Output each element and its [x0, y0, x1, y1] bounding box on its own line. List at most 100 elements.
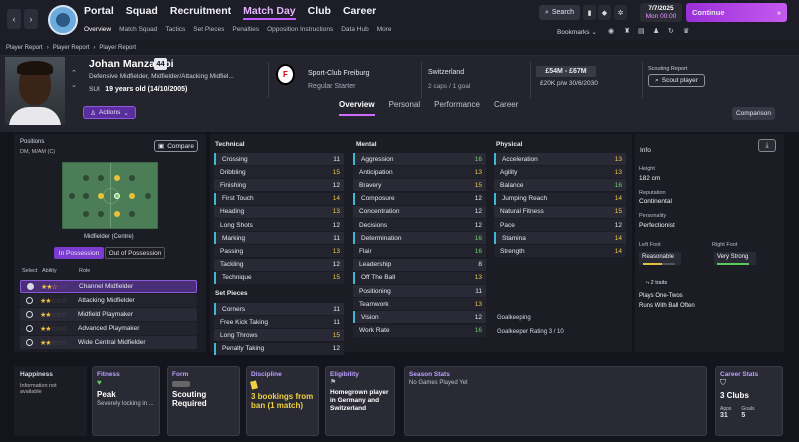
menu-career[interactable]: Career — [343, 5, 376, 20]
attribute-row[interactable]: Long Shots 12 — [214, 219, 344, 231]
club-badge-icon[interactable]: F — [276, 64, 295, 85]
refresh-icon[interactable]: ↻ — [668, 27, 674, 35]
sub-match-squad[interactable]: Match Squad — [119, 26, 157, 33]
radio[interactable] — [26, 311, 33, 318]
crumb-1[interactable]: Player Report — [6, 45, 43, 51]
people-icon[interactable]: ♟ — [653, 27, 659, 35]
attribute-row[interactable]: Jumping Reach 14 — [494, 192, 626, 205]
trophy-icon[interactable]: ♛ — [683, 27, 689, 35]
role-row[interactable]: ★★☆☆☆ Attacking Midfielder — [20, 294, 197, 307]
sub-overview[interactable]: Overview — [84, 26, 111, 33]
eligibility-card[interactable]: Eligibility ⚑ Homegrown player in Germany … — [325, 366, 395, 436]
continue-button[interactable]: Continue» — [686, 3, 787, 22]
tab-personal[interactable]: Personal — [389, 100, 421, 116]
search-button[interactable]: ⌕ Search — [539, 5, 580, 20]
attribute-row[interactable]: Work Rate 16 — [353, 324, 486, 337]
download-icon[interactable]: ⤓ — [758, 139, 776, 152]
comparison-button[interactable]: Comparison — [732, 107, 775, 120]
attribute-row[interactable]: First Touch 14 — [214, 192, 344, 205]
bookmarks-dropdown[interactable]: Bookmarks ⌄ — [557, 28, 597, 36]
attribute-row[interactable]: Bravery 15 — [353, 179, 486, 192]
tab-overview[interactable]: Overview — [339, 100, 375, 116]
tab-career[interactable]: Career — [494, 100, 518, 116]
scout-player-button[interactable]: ⌕ Scout player — [648, 74, 705, 87]
sub-penalties[interactable]: Penalties — [232, 26, 259, 33]
attribute-row[interactable]: Teamwork 13 — [353, 298, 486, 311]
attribute-row[interactable]: Acceleration 13 — [494, 153, 626, 165]
menu-squad[interactable]: Squad — [126, 5, 158, 20]
attribute-row[interactable]: Dribbling 15 — [214, 166, 344, 179]
positions-title: Positions — [20, 139, 45, 145]
menu-club[interactable]: Club — [308, 5, 331, 20]
attribute-row[interactable]: Free Kick Taking 11 — [214, 316, 344, 329]
game-date[interactable]: 7/7/2025 Mon 00:00 — [640, 3, 682, 22]
shield-icon[interactable]: ◆ — [598, 5, 611, 20]
attribute-row[interactable]: Corners 11 — [214, 303, 344, 315]
role-row[interactable]: ★★☆☆☆ Channel Midfielder — [20, 280, 197, 293]
attribute-row[interactable]: Long Throws 15 — [214, 329, 344, 342]
menu-match-day[interactable]: Match Day — [243, 5, 296, 20]
out-of-possession-toggle[interactable]: Out of Possession — [105, 247, 165, 259]
actions-button[interactable]: ♙ Actions ⌄ — [83, 106, 136, 119]
menu-portal[interactable]: Portal — [84, 5, 114, 20]
role-row[interactable]: ★★☆☆☆ Wide Central Midfielder — [20, 336, 197, 349]
discipline-card[interactable]: Discipline 3 bookings from ban (1 match) — [246, 366, 319, 436]
attribute-row[interactable]: Tackling 12 — [214, 258, 344, 271]
sub-tactics[interactable]: Tactics — [165, 26, 185, 33]
crumb-2[interactable]: Player Report — [53, 45, 90, 51]
fitness-card[interactable]: Fitness ♥ Peak Severely locking in ... — [92, 366, 160, 436]
radio[interactable] — [26, 297, 33, 304]
sub-more[interactable]: More — [377, 26, 392, 33]
attribute-row[interactable]: Composure 12 — [353, 192, 486, 205]
radio[interactable] — [26, 325, 33, 332]
attribute-row[interactable]: Leadership 8 — [353, 258, 486, 271]
career-stats-card[interactable]: Career Stats ⛉ 3 Clubs Apps 31 Goals 5 — [715, 366, 783, 436]
radio[interactable] — [26, 339, 33, 346]
attribute-row[interactable]: Positioning 11 — [353, 285, 486, 297]
attribute-row[interactable]: Technique 15 — [214, 271, 344, 284]
form-card[interactable]: Form Scouting Required — [167, 366, 240, 436]
attribute-row[interactable]: Marking 11 — [214, 232, 344, 245]
attribute-row[interactable]: Heading 13 — [214, 205, 344, 218]
season-stats-card[interactable]: Season Stats No Games Played Yet — [404, 366, 707, 436]
player-nav-arrows[interactable]: ⌃ ⌄ — [71, 68, 77, 92]
attribute-row[interactable]: Anticipation 13 — [353, 166, 486, 179]
notes-icon[interactable]: ▤ — [638, 27, 645, 35]
attribute-row[interactable]: Finishing 12 — [214, 179, 344, 192]
forward-button[interactable]: › — [24, 9, 38, 29]
sub-set-pieces[interactable]: Set Pieces — [193, 26, 224, 33]
sub-opposition[interactable]: Opposition Instructions — [267, 26, 333, 33]
chat-icon[interactable]: ◉ — [608, 27, 614, 35]
attribute-row[interactable]: Off The Ball 13 — [353, 271, 486, 284]
back-button[interactable]: ‹ — [7, 9, 21, 29]
attribute-row[interactable]: Natural Fitness 15 — [494, 205, 626, 218]
shirt-icon[interactable]: ♜ — [624, 27, 630, 35]
attribute-row[interactable]: Agility 13 — [494, 166, 626, 179]
menu-recruitment[interactable]: Recruitment — [170, 5, 231, 20]
attribute-row[interactable]: Penalty Taking 12 — [214, 342, 344, 355]
attribute-row[interactable]: Stamina 14 — [494, 232, 626, 245]
attribute-row[interactable]: Determination 16 — [353, 232, 486, 245]
role-row[interactable]: ★★☆☆☆ Midfield Playmaker — [20, 308, 197, 321]
attribute-row[interactable]: Vision 12 — [353, 311, 486, 324]
gear-icon[interactable]: ✲ — [614, 5, 627, 20]
in-possession-toggle[interactable]: In Possession — [54, 247, 104, 259]
club-crest-icon[interactable] — [48, 5, 78, 35]
attribute-row[interactable]: Balance 16 — [494, 179, 626, 192]
attribute-value: 12 — [474, 221, 482, 229]
attribute-row[interactable]: Flair 16 — [353, 245, 486, 258]
attribute-row[interactable]: Pace 12 — [494, 219, 626, 231]
compare-button[interactable]: ▣ Compare — [154, 140, 198, 152]
attribute-row[interactable]: Passing 13 — [214, 245, 344, 258]
height-label: Height — [639, 166, 655, 172]
sub-data-hub[interactable]: Data Hub — [341, 26, 368, 33]
tab-performance[interactable]: Performance — [434, 100, 480, 116]
bookmark-icon[interactable]: ▮ — [583, 5, 596, 20]
radio-selected[interactable] — [27, 283, 34, 290]
attribute-row[interactable]: Crossing 11 — [214, 153, 344, 165]
attribute-row[interactable]: Decisions 12 — [353, 219, 486, 231]
attribute-row[interactable]: Strength 14 — [494, 245, 626, 258]
attribute-row[interactable]: Aggression 16 — [353, 153, 486, 165]
attribute-row[interactable]: Concentration 12 — [353, 205, 486, 218]
role-row[interactable]: ★★☆☆☆ Advanced Playmaker — [20, 322, 197, 335]
